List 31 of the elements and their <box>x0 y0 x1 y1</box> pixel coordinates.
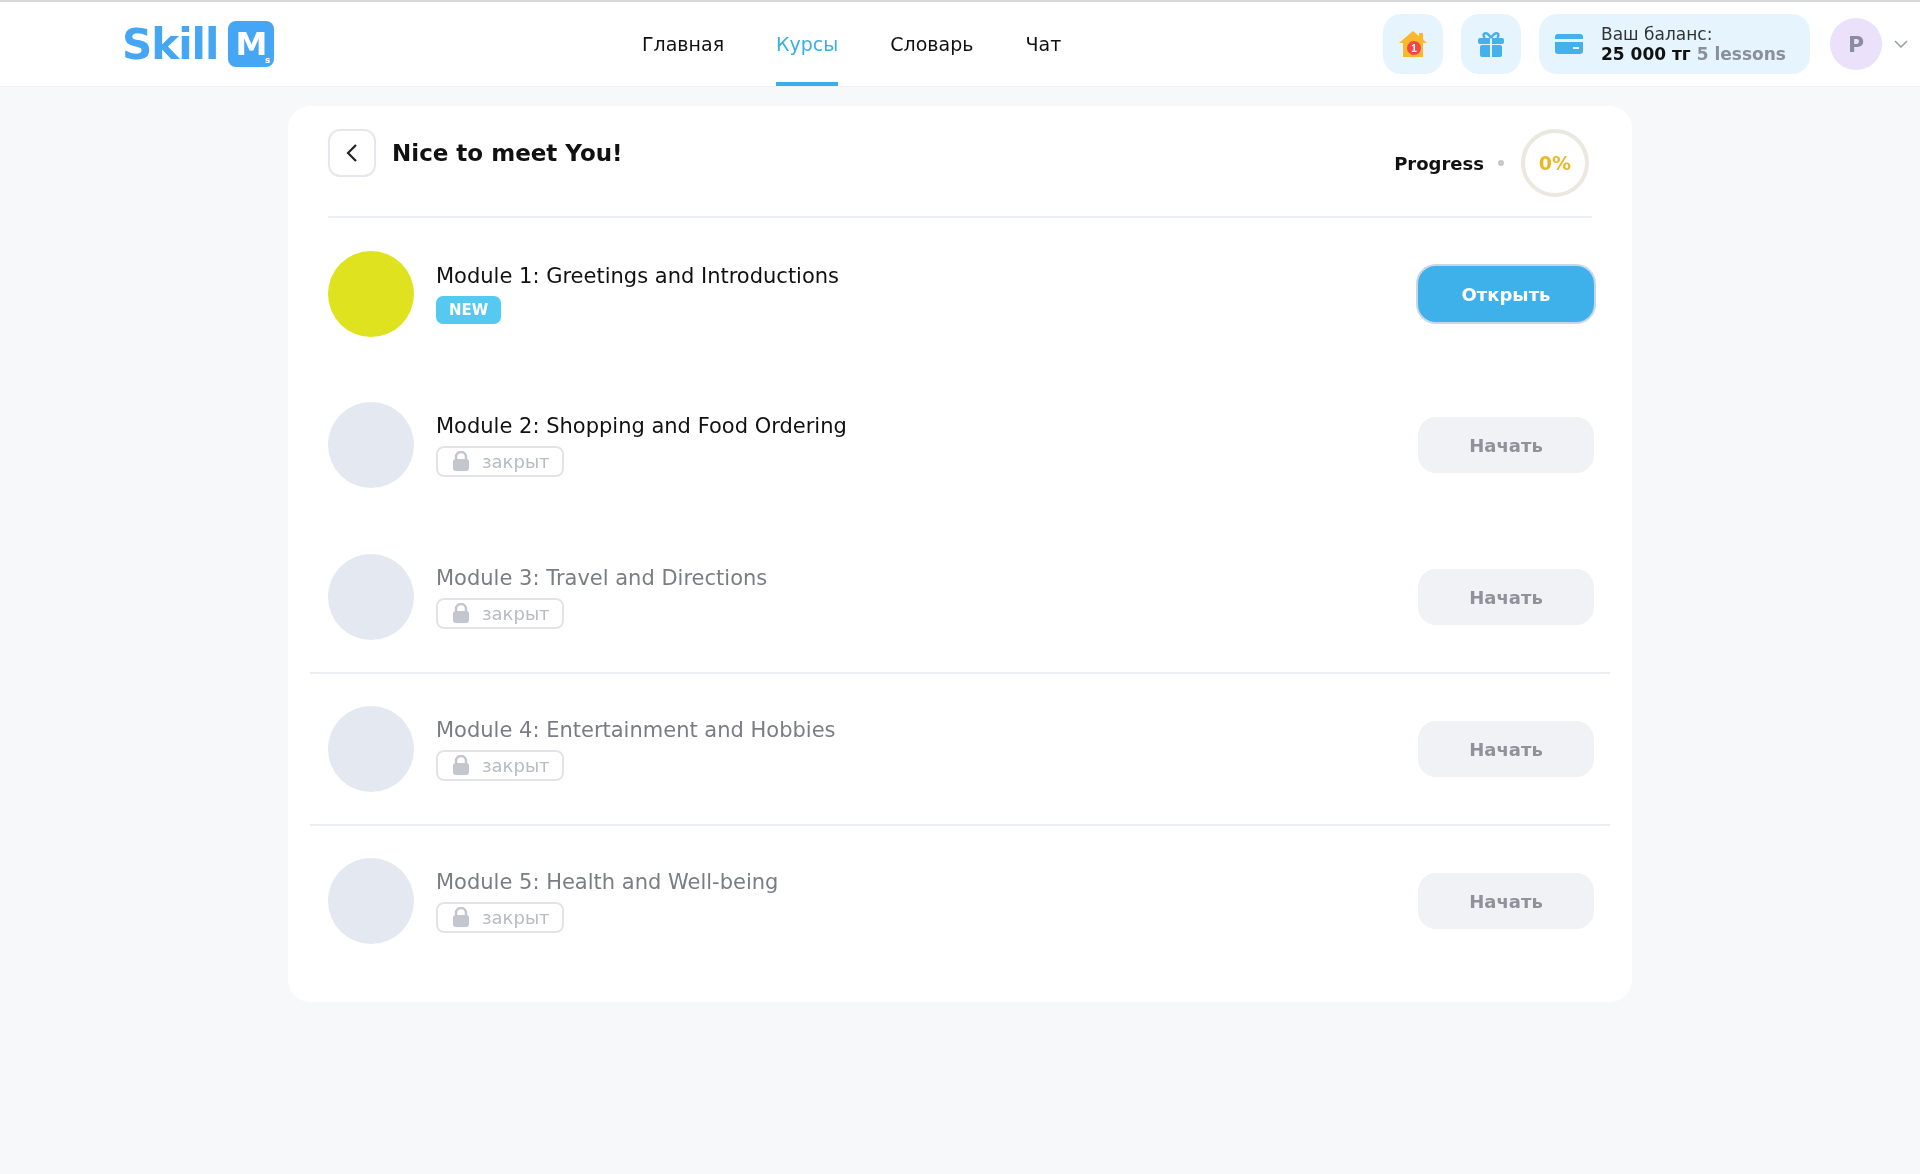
lessons-count: 5 lessons <box>1696 44 1786 64</box>
balance-amount: 25 000 тг <box>1601 44 1691 64</box>
nav-tab[interactable]: Главная <box>642 2 725 86</box>
logo-text: Skill <box>122 19 219 69</box>
nav-tab[interactable]: Курсы <box>776 2 839 86</box>
module-title: Module 3: Travel and Directions <box>436 565 768 590</box>
locked-badge: закрыт <box>436 749 564 781</box>
module-title: Module 2: Shopping and Food Ordering <box>436 413 847 438</box>
new-badge: NEW <box>436 296 502 324</box>
module-title: Module 4: Entertainment and Hobbies <box>436 717 836 742</box>
module-button[interactable]: Открыть <box>1418 266 1594 322</box>
locked-badge: закрыт <box>436 901 564 933</box>
card-icon <box>1555 34 1584 54</box>
progress-label: Progress <box>1394 152 1484 174</box>
separator-dot <box>1498 160 1504 166</box>
back-button[interactable] <box>328 129 376 177</box>
locked-badge: закрыт <box>436 445 564 477</box>
module-title: Module 1: Greetings and Introductions <box>436 264 840 288</box>
progress-ring: 0% <box>1518 126 1592 200</box>
chevron-down-icon[interactable] <box>1894 40 1908 48</box>
home-button[interactable]: 1 <box>1383 14 1444 74</box>
user-avatar[interactable]: P <box>1830 18 1882 70</box>
locked-badge: закрыт <box>436 597 564 629</box>
course-title: Nice to meet You! <box>392 140 624 166</box>
nav-tab[interactable]: Словарь <box>890 2 974 86</box>
gift-icon <box>1476 29 1507 59</box>
nav-tab[interactable]: Чат <box>1025 2 1062 86</box>
module-title: Module 5: Health and Well-being <box>436 869 779 894</box>
balance-label: Ваш баланс: <box>1601 24 1714 44</box>
balance-panel[interactable]: Ваш баланс: 25 000 тг 5 lessons <box>1539 14 1810 74</box>
gift-button[interactable] <box>1461 14 1522 74</box>
